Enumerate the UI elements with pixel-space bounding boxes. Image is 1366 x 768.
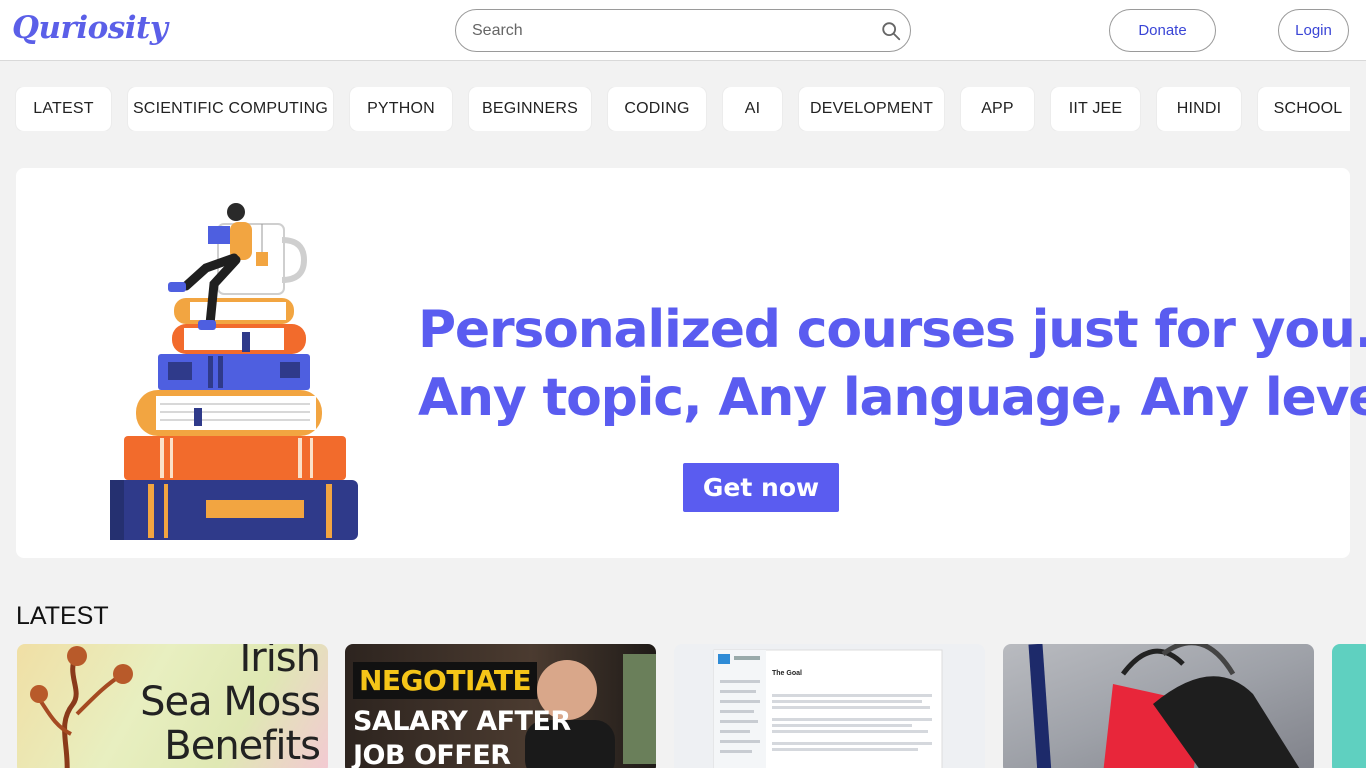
document-screenshot-thumbnail [713, 649, 943, 768]
category-chip-development[interactable]: DEVELOPMENT [799, 87, 944, 131]
search-icon[interactable] [880, 20, 902, 42]
logo[interactable]: Quriosity [12, 10, 168, 46]
course-card[interactable]: Irish Sea Moss Benefits [17, 644, 328, 768]
course-card[interactable] [1003, 644, 1314, 768]
top-navbar: Quriosity Donate Login [0, 0, 1366, 61]
hero-headline: Personalized courses just for you. Any t… [418, 296, 1366, 432]
hero-headline-line2: Any topic, Any language, Any level. [418, 368, 1366, 428]
category-chip-iit-jee[interactable]: IIT JEE [1051, 87, 1140, 131]
course-card[interactable]: The Goal [674, 644, 985, 768]
category-chip-python[interactable]: PYTHON [350, 87, 452, 131]
category-chip-ai[interactable]: AI [723, 87, 782, 131]
category-chip-coding[interactable]: CODING [608, 87, 706, 131]
course-card[interactable] [1332, 644, 1366, 768]
donate-button[interactable]: Donate [1109, 9, 1216, 52]
get-now-button[interactable]: Get now [683, 463, 839, 512]
card-title-line: JOB OFFER [353, 740, 511, 768]
card-title-line: SALARY AFTER [353, 706, 571, 737]
hero-banner[interactable]: Personalized courses just for you. Any t… [16, 168, 1366, 558]
latest-cards-row: Irish Sea Moss Benefits NEGOTIATE SALARY… [0, 644, 1366, 768]
login-button[interactable]: Login [1278, 9, 1349, 52]
latest-section-title: LATEST [16, 602, 109, 630]
card-tag: NEGOTIATE [353, 662, 538, 699]
hero-headline-line1: Personalized courses just for you. [418, 300, 1366, 360]
category-chip-school[interactable]: SCHOOL [1258, 87, 1350, 131]
category-chip-hindi[interactable]: HINDI [1157, 87, 1241, 131]
binder-clips-thumbnail [1028, 644, 1300, 768]
category-chip-beginners[interactable]: BEGINNERS [469, 87, 591, 131]
card-title: Irish Sea Moss Benefits [140, 644, 321, 768]
card-doc-title: The Goal [772, 670, 802, 677]
category-chip-app[interactable]: APP [961, 87, 1034, 131]
search-input[interactable] [472, 18, 872, 44]
category-chip-scientific-computing[interactable]: SCIENTIFIC COMPUTING [128, 87, 333, 131]
search-box[interactable] [455, 9, 911, 52]
category-chip-latest[interactable]: LATEST [16, 87, 111, 131]
reading-on-books-illustration [110, 203, 358, 540]
course-card[interactable]: NEGOTIATE SALARY AFTER JOB OFFER [345, 644, 656, 768]
seaweed-illustration [30, 646, 133, 768]
category-bar: LATEST SCIENTIFIC COMPUTING PYTHON BEGIN… [0, 87, 1350, 131]
